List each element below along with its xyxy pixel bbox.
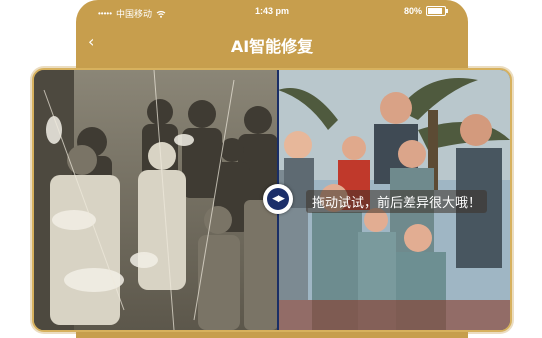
drag-handle[interactable]: ◀▶ [263, 184, 293, 214]
battery-percent: 80% [403, 6, 422, 16]
status-bar: ••••• 中国移动 1:43 pm 80% [76, 0, 468, 24]
drag-hint-text: 拖动试试，前后差异很大哦！ [306, 190, 488, 213]
battery-fill [428, 8, 443, 14]
old-damaged-photo-image [34, 70, 278, 330]
battery-icon [426, 6, 448, 16]
page-title: AI智能修复 [230, 37, 314, 56]
before-photo [34, 70, 278, 330]
status-right: 80% [403, 6, 448, 16]
before-after-compare[interactable]: ◀▶ 拖动试试，前后差异很大哦！ [32, 68, 512, 332]
drag-arrows-icon[interactable]: ◀▶ [267, 188, 289, 210]
nav-bar: ‹ AI智能修复 [76, 26, 468, 62]
